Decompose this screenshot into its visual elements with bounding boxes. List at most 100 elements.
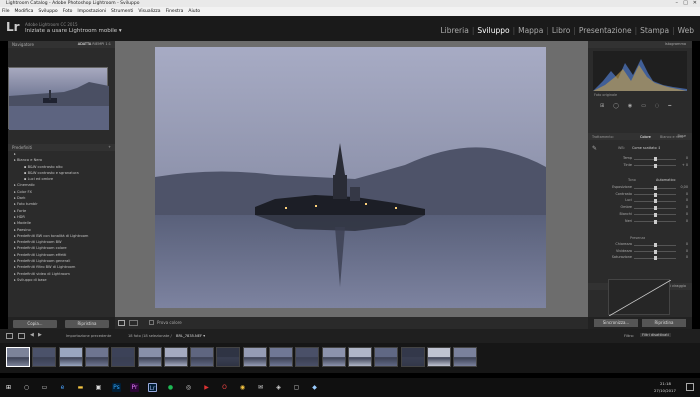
slider-knob[interactable] <box>653 206 657 211</box>
filmstrip-thumbnail[interactable] <box>295 347 320 367</box>
app-icon-4[interactable]: ◆ <box>310 383 319 392</box>
filmstrip-filename[interactable]: BRL_7835.NEF ▾ <box>176 334 205 338</box>
reset-left-button[interactable]: Ripristina <box>65 320 109 328</box>
spotify-icon[interactable]: ● <box>166 383 175 392</box>
slider-knob[interactable] <box>653 192 657 197</box>
tone-curve-graph[interactable] <box>608 279 672 317</box>
filter-select[interactable]: Filtri disattivati <box>640 333 671 337</box>
premiere-icon[interactable]: Pr <box>130 383 139 392</box>
slider-value[interactable]: 0 <box>686 212 688 216</box>
slider-value[interactable]: 0 <box>686 198 688 202</box>
menu-finestra[interactable]: Finestra <box>166 7 184 16</box>
grid-view-icon[interactable] <box>18 333 25 339</box>
slider-value[interactable]: 0 <box>686 156 688 160</box>
filmstrip-thumbnail[interactable] <box>58 347 83 367</box>
filmstrip-thumbnail[interactable] <box>6 347 30 367</box>
adjustment-brush-icon[interactable]: ━ <box>668 103 671 111</box>
navigator-header[interactable]: Navigatore ADATTA RIEMPI 1:1 <box>8 41 115 48</box>
menu-aiuto[interactable]: Aiuto <box>188 7 200 16</box>
spot-removal-icon[interactable]: ◯ <box>613 103 619 111</box>
slider-ombre[interactable]: Ombre 0 <box>592 205 688 211</box>
app-icon[interactable]: ◎ <box>184 383 193 392</box>
slider-value[interactable]: + 0 <box>682 163 688 167</box>
slider-knob[interactable] <box>653 219 657 224</box>
filmstrip-thumbnail[interactable] <box>400 347 425 367</box>
slider-knob[interactable] <box>653 199 657 204</box>
filmstrip-thumbnail[interactable] <box>84 347 109 367</box>
lightroom-mobile-link[interactable]: Iniziate a usare Lightroom mobile ▾ <box>25 28 122 34</box>
slider-knob[interactable] <box>653 186 657 190</box>
wb-eyedropper-icon[interactable]: ✎ <box>592 145 597 152</box>
module-libreria[interactable]: Libreria <box>440 26 468 35</box>
notifications-icon[interactable] <box>686 383 694 391</box>
app-icon-3[interactable]: ▢ <box>292 383 301 392</box>
filmstrip-thumbnail[interactable] <box>32 347 57 367</box>
windows-start-icon[interactable]: ⊞ <box>4 383 13 392</box>
explorer-icon[interactable]: ▬ <box>76 383 85 392</box>
menu-foto[interactable]: Foto <box>63 7 73 16</box>
slider-contrasto[interactable]: Contrasto 0 <box>592 192 688 198</box>
filmstrip-thumbnail[interactable] <box>453 347 478 367</box>
filmstrip-thumbnail[interactable] <box>269 347 293 367</box>
loupe-view-icon[interactable] <box>118 320 125 326</box>
zoom-fit[interactable]: ADATTA <box>78 42 92 46</box>
filmstrip-thumbnail[interactable] <box>137 347 162 367</box>
histogram-header[interactable]: Istogramma <box>588 41 692 48</box>
module-presentazione[interactable]: Presentazione <box>579 26 632 35</box>
slider-value[interactable]: 0,00 <box>680 185 688 189</box>
slider-saturazione[interactable]: Saturazione 0 <box>592 255 688 261</box>
graduated-filter-icon[interactable]: ▭ <box>641 103 646 111</box>
search-icon[interactable]: ○ <box>22 383 31 392</box>
secondary-display-icon[interactable] <box>6 333 13 339</box>
menu-visualizza[interactable]: Visualizza <box>138 7 160 16</box>
filmstrip-thumbnail[interactable] <box>216 347 241 367</box>
slider-esposizione[interactable]: Esposizione 0,00 <box>592 185 688 191</box>
filmstrip-thumbnail[interactable] <box>321 347 346 367</box>
slider-value[interactable]: 0 <box>686 205 688 209</box>
treatment-color[interactable]: Colore <box>640 135 651 139</box>
mail-icon[interactable]: ✉ <box>256 383 265 392</box>
slider-knob[interactable] <box>653 249 657 254</box>
navigator-preview[interactable] <box>8 67 109 130</box>
slider-knob[interactable] <box>653 243 657 247</box>
slider-value[interactable]: 0 <box>686 219 688 223</box>
slider-vividezza[interactable]: Vividezza 0 <box>592 249 688 255</box>
slider-tinte[interactable]: Tinte + 0 <box>592 163 688 169</box>
module-sviluppo[interactable]: Sviluppo <box>477 26 509 35</box>
zoom-fill[interactable]: RIEMPI <box>92 42 104 46</box>
opera-icon[interactable]: O <box>220 383 229 392</box>
next-arrow-icon[interactable]: ▶ <box>38 332 42 338</box>
radial-filter-icon[interactable]: ◌ <box>655 103 659 111</box>
presets-header[interactable]: Predefiniti + <box>8 144 115 151</box>
filmstrip-thumbnail[interactable] <box>374 347 399 367</box>
add-preset-icon[interactable]: + <box>108 144 111 151</box>
slider-luci[interactable]: Luci 0 <box>592 198 688 204</box>
module-stampa[interactable]: Stampa <box>640 26 669 35</box>
maximize-button[interactable]: □ <box>683 0 688 7</box>
slider-knob[interactable] <box>653 157 657 161</box>
menu-impostazioni[interactable]: Impostazioni <box>77 7 106 16</box>
preset-item[interactable]: ▸ Sviluppo di base <box>8 277 115 283</box>
filmstrip-thumbnail[interactable] <box>190 347 215 367</box>
copy-settings-button[interactable]: Copia... <box>13 320 57 328</box>
slider-value[interactable]: 0 <box>686 192 688 196</box>
chrome-icon[interactable]: ◉ <box>238 383 247 392</box>
filmstrip-thumbnail[interactable] <box>426 347 451 367</box>
slider-value[interactable]: 0 <box>686 255 688 259</box>
module-mappa[interactable]: Mappa <box>518 26 543 35</box>
filmstrip-source[interactable]: Importazione precedente <box>66 334 111 338</box>
zoom-1-1[interactable]: 1:1 <box>105 42 111 46</box>
menu-sviluppo[interactable]: Sviluppo <box>38 7 57 16</box>
slider-knob[interactable] <box>653 256 657 261</box>
menu-modifica[interactable]: Modifica <box>15 7 34 16</box>
treatment-bw[interactable]: Bianco e nero <box>660 135 683 139</box>
before-after-icon[interactable] <box>129 320 138 326</box>
slider-neri[interactable]: Neri 0 <box>592 219 688 225</box>
task-view-icon[interactable]: ▭ <box>40 383 49 392</box>
reset-button[interactable]: Ripristina <box>642 319 686 327</box>
close-button[interactable]: ✕ <box>693 0 697 7</box>
slider-bianchi[interactable]: Bianchi 0 <box>592 212 688 218</box>
menu-file[interactable]: File <box>2 7 10 16</box>
filmstrip-thumbnail[interactable] <box>242 347 267 367</box>
store-icon[interactable]: ▣ <box>94 383 103 392</box>
